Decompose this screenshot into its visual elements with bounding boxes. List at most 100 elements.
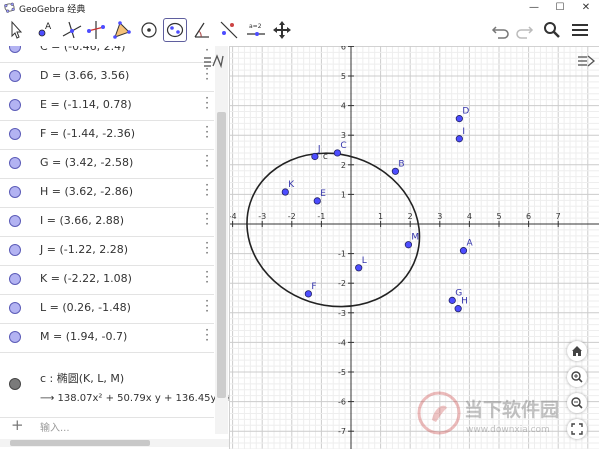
minimize-button[interactable]: — (522, 0, 546, 16)
more-options-icon[interactable]: ··· (204, 237, 210, 259)
y-tick-label: 1 (341, 190, 346, 199)
point-label: L (362, 256, 367, 266)
visibility-toggle-icon[interactable] (9, 186, 21, 198)
geogebra-logo-icon (4, 2, 15, 13)
undo-button[interactable] (490, 18, 512, 42)
point-label: M (411, 233, 419, 243)
angle-tool-icon[interactable] (190, 18, 214, 42)
algebra-row[interactable]: F = (-1.44, -2.36) · · · (0, 120, 214, 150)
y-tick-label: -3 (338, 309, 346, 318)
algebra-row[interactable]: G = (3.42, -2.58) · · · (0, 149, 214, 179)
close-button[interactable]: ✕ (574, 0, 598, 16)
algebra-row-text: G = (3.42, -2.58) (40, 156, 134, 169)
visibility-toggle-icon[interactable] (9, 244, 21, 256)
more-options-icon[interactable]: ··· (204, 179, 210, 201)
algebra-row-text: J = (-1.22, 2.28) (40, 243, 128, 256)
y-tick-label: 5 (341, 72, 346, 81)
search-icon[interactable] (541, 18, 563, 42)
visibility-toggle-icon[interactable] (9, 378, 21, 390)
algebra-row-text: E = (-1.14, 0.78) (40, 98, 132, 111)
algebra-row[interactable]: E = (-1.14, 0.78) · · · (0, 91, 214, 121)
more-options-icon[interactable]: ··· (204, 208, 210, 230)
more-options-icon[interactable]: ··· (204, 266, 210, 288)
point-label: B (398, 159, 404, 169)
y-tick-label: 4 (341, 102, 346, 111)
visibility-toggle-icon[interactable] (9, 128, 21, 140)
ellipse-tool-icon[interactable] (163, 18, 187, 42)
input-row[interactable]: + 输入... (0, 416, 214, 438)
x-tick-label: -4 (230, 212, 237, 221)
more-options-icon[interactable]: ··· (204, 295, 210, 317)
y-tick-label: -5 (338, 368, 346, 377)
algebra-row[interactable]: I = (3.66, 2.88) · · · (0, 207, 214, 237)
visibility-toggle-icon[interactable] (9, 70, 21, 82)
algebra-view: C = (-0.46, 2.4)···D = (3.66, 3.56)···E … (0, 46, 230, 449)
algebra-row[interactable]: K = (-2.22, 1.08) · · · (0, 265, 214, 295)
point-label: F (311, 282, 316, 292)
visibility-toggle-icon[interactable] (9, 157, 21, 169)
algebra-row[interactable]: H = (3.62, -2.86) · · · (0, 178, 214, 208)
algebra-row-text: D = (3.66, 3.56) (40, 69, 130, 82)
point-label: A (466, 239, 473, 249)
point-tool-icon[interactable]: A (32, 18, 56, 42)
conic-equation: ⟶ 138.07x² + 50.79x y + 136.45y² + (40, 393, 230, 404)
algebra-row[interactable]: D = (3.66, 3.56) · · · (0, 62, 214, 92)
more-options-icon[interactable]: ··· (204, 92, 210, 114)
more-options-icon[interactable]: ··· (204, 324, 210, 346)
x-tick-label: -3 (258, 212, 266, 221)
graphics-style-bar-button[interactable] (576, 53, 596, 69)
more-options-icon[interactable]: ··· (204, 121, 210, 143)
visibility-toggle-icon[interactable] (9, 99, 21, 111)
move-tool-icon[interactable] (4, 18, 28, 42)
y-tick-label: 6 (341, 46, 346, 51)
x-tick-label: 1 (378, 212, 383, 221)
y-tick-label: 2 (341, 161, 346, 170)
visibility-toggle-icon[interactable] (9, 215, 21, 227)
perpendicular-bisector-tool-icon[interactable] (84, 18, 108, 42)
conic-row[interactable]: c : 椭圆(K, L, M) ⟶ 138.07x² + 50.79x y + … (0, 363, 229, 418)
more-options-icon[interactable]: ··· (204, 63, 210, 85)
move-graphics-view-tool-icon[interactable] (270, 18, 294, 42)
circle-tool-icon[interactable] (137, 18, 161, 42)
more-options-icon[interactable]: ··· (204, 150, 210, 172)
add-icon[interactable]: + (11, 416, 24, 434)
visibility-toggle-icon[interactable] (9, 302, 21, 314)
visibility-toggle-icon[interactable] (9, 46, 21, 53)
algebra-style-bar-button[interactable] (202, 53, 224, 69)
algebra-row-text: H = (3.62, -2.86) (40, 185, 134, 198)
perpendicular-line-tool-icon[interactable] (60, 18, 84, 42)
watermark-url: www.downxia.com (466, 425, 550, 435)
input-field[interactable]: 输入... (40, 419, 70, 434)
point-label: E (320, 189, 326, 199)
algebra-row[interactable]: J = (-1.22, 2.28) · · · (0, 236, 214, 266)
x-tick-label: -1 (317, 212, 325, 221)
algebra-row-text: C = (-0.46, 2.4) (40, 46, 126, 53)
algebra-horizontal-scrollbar[interactable] (0, 439, 229, 447)
algebra-horizontal-scroll-thumb[interactable] (10, 440, 150, 446)
point-label: C (340, 141, 346, 151)
slider-tool-icon[interactable]: a=2 (244, 18, 268, 42)
menu-icon[interactable] (569, 18, 591, 42)
redo-button[interactable] (513, 18, 535, 42)
y-tick-label: -1 (338, 250, 346, 259)
point-label: I (462, 127, 465, 137)
algebra-row[interactable]: M = (1.94, -0.7) · · · (0, 323, 214, 353)
x-tick-label: 7 (556, 212, 561, 221)
point-label: J (317, 145, 321, 155)
more-options-icon[interactable]: ··· (204, 46, 210, 56)
algebra-row[interactable]: C = (-0.46, 2.4) ··· (0, 46, 214, 63)
y-tick-label: -7 (338, 427, 346, 436)
toolbar: A a=2 (0, 16, 599, 46)
y-tick-label: -6 (338, 398, 346, 407)
x-tick-label: 6 (526, 212, 531, 221)
visibility-toggle-icon[interactable] (9, 273, 21, 285)
polygon-tool-icon[interactable] (110, 18, 134, 42)
home-icon[interactable] (567, 341, 587, 361)
algebra-scroll-thumb[interactable] (217, 112, 226, 398)
algebra-row-text: I = (3.66, 2.88) (40, 214, 125, 227)
visibility-toggle-icon[interactable] (9, 331, 21, 343)
reflect-tool-icon[interactable] (217, 18, 241, 42)
y-tick-label: -2 (338, 279, 346, 288)
maximize-button[interactable]: ☐ (548, 0, 572, 16)
algebra-row[interactable]: L = (0.26, -1.48) · · · (0, 294, 214, 324)
